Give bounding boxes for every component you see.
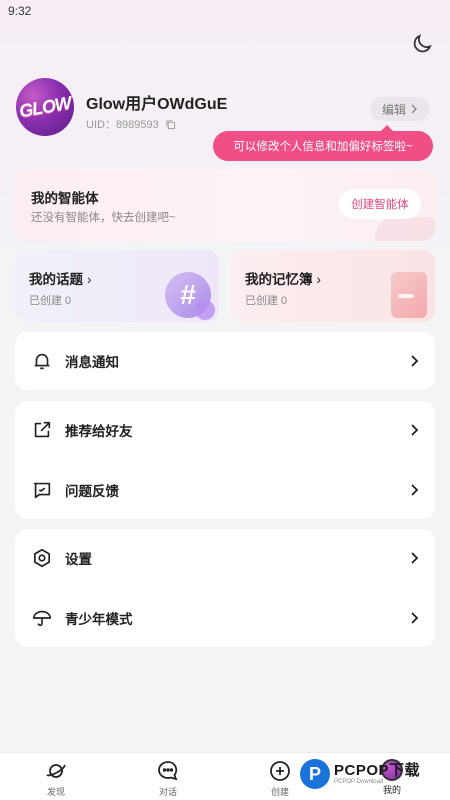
topics-title: 我的话题 xyxy=(29,272,83,287)
edit-label: 编辑 xyxy=(381,102,406,117)
user-avatar[interactable]: GLOW xyxy=(16,78,74,136)
hashtag-icon: # xyxy=(165,272,215,320)
chevron-right-icon xyxy=(411,484,419,496)
menu-item-recommend[interactable]: 推荐给好友 xyxy=(15,401,435,459)
chevron-right-icon: › xyxy=(87,272,92,287)
edit-tooltip: 可以修改个人信息和加偏好标签啦~ xyxy=(213,125,433,161)
chevron-right-icon xyxy=(411,612,419,624)
feedback-label: 问题反馈 xyxy=(65,484,119,499)
agent-card-title: 我的智能体 xyxy=(31,191,99,206)
watermark-logo-icon: P xyxy=(300,759,330,789)
menu-item-notifications[interactable]: 消息通知 xyxy=(15,332,435,390)
edit-profile-button[interactable]: 编辑 xyxy=(370,97,430,121)
create-agent-button[interactable]: 创建智能体 xyxy=(339,189,421,219)
tab-chat[interactable]: 对话 xyxy=(138,759,198,799)
watermark-main: PCPOP下载 xyxy=(334,762,421,779)
notifications-label: 消息通知 xyxy=(65,355,119,370)
chevron-right-icon xyxy=(411,104,417,114)
share-feedback-group: 推荐给好友 问题反馈 xyxy=(15,401,435,519)
settings-icon xyxy=(34,548,50,568)
message-square-icon xyxy=(33,482,51,499)
topics-title-row: 我的话题 › xyxy=(29,268,92,288)
username: Glow用户OWdGuE xyxy=(86,96,228,113)
settings-group: 设置 青少年模式 xyxy=(15,529,435,647)
umbrella-icon xyxy=(32,610,52,627)
menu-item-settings[interactable]: 设置 xyxy=(15,529,435,587)
chevron-right-icon xyxy=(411,355,419,367)
memo-count: 已创建 0 xyxy=(245,295,288,307)
share-icon xyxy=(34,421,51,438)
user-id: UID：8989593 xyxy=(86,116,176,132)
my-memo-card[interactable]: 我的记忆簿 › 已创建 0 xyxy=(231,250,435,322)
tab-chat-label: 对话 xyxy=(158,787,177,797)
menu-item-youth-mode[interactable]: 青少年模式 xyxy=(15,589,435,647)
settings-label: 设置 xyxy=(65,552,92,567)
uid-text: UID：8989593 xyxy=(86,119,159,131)
copy-icon[interactable] xyxy=(165,119,176,130)
plus-circle-icon xyxy=(270,761,290,781)
decorative-shape xyxy=(375,217,435,241)
status-bar-time: 9:32 xyxy=(8,4,32,18)
planet-icon xyxy=(46,764,66,778)
notifications-group: 消息通知 xyxy=(15,332,435,390)
my-agents-card[interactable]: 我的智能体 还没有智能体，快去创建吧~ 创建智能体 xyxy=(15,169,435,241)
my-topics-card[interactable]: 我的话题 › 已创建 0 # xyxy=(15,250,219,322)
menu-item-feedback[interactable]: 问题反馈 xyxy=(15,461,435,519)
tab-discover[interactable]: 发现 xyxy=(26,759,86,799)
chat-bubble-icon xyxy=(158,761,178,781)
memo-title: 我的记忆簿 xyxy=(245,272,313,287)
bell-icon xyxy=(34,353,50,370)
notebook-icon xyxy=(391,272,427,318)
topics-count: 已创建 0 xyxy=(29,295,72,307)
memo-title-row: 我的记忆簿 › xyxy=(245,268,321,288)
youth-mode-label: 青少年模式 xyxy=(65,612,133,627)
tab-create-label: 创建 xyxy=(270,787,289,797)
moon-icon[interactable] xyxy=(410,32,434,56)
agent-card-subtitle: 还没有智能体，快去创建吧~ xyxy=(31,212,176,224)
watermark-text: PCPOP下载 PCPOP Download xyxy=(334,763,420,785)
watermark: P PCPOP下载 PCPOP Download xyxy=(300,752,450,796)
chevron-right-icon: › xyxy=(316,272,322,287)
watermark-sub: PCPOP Download xyxy=(334,779,384,785)
chevron-right-icon xyxy=(411,552,419,564)
avatar-logo-text: GLOW xyxy=(17,92,73,121)
tab-discover-label: 发现 xyxy=(46,787,65,797)
recommend-label: 推荐给好友 xyxy=(65,424,133,439)
chevron-right-icon xyxy=(411,424,419,436)
